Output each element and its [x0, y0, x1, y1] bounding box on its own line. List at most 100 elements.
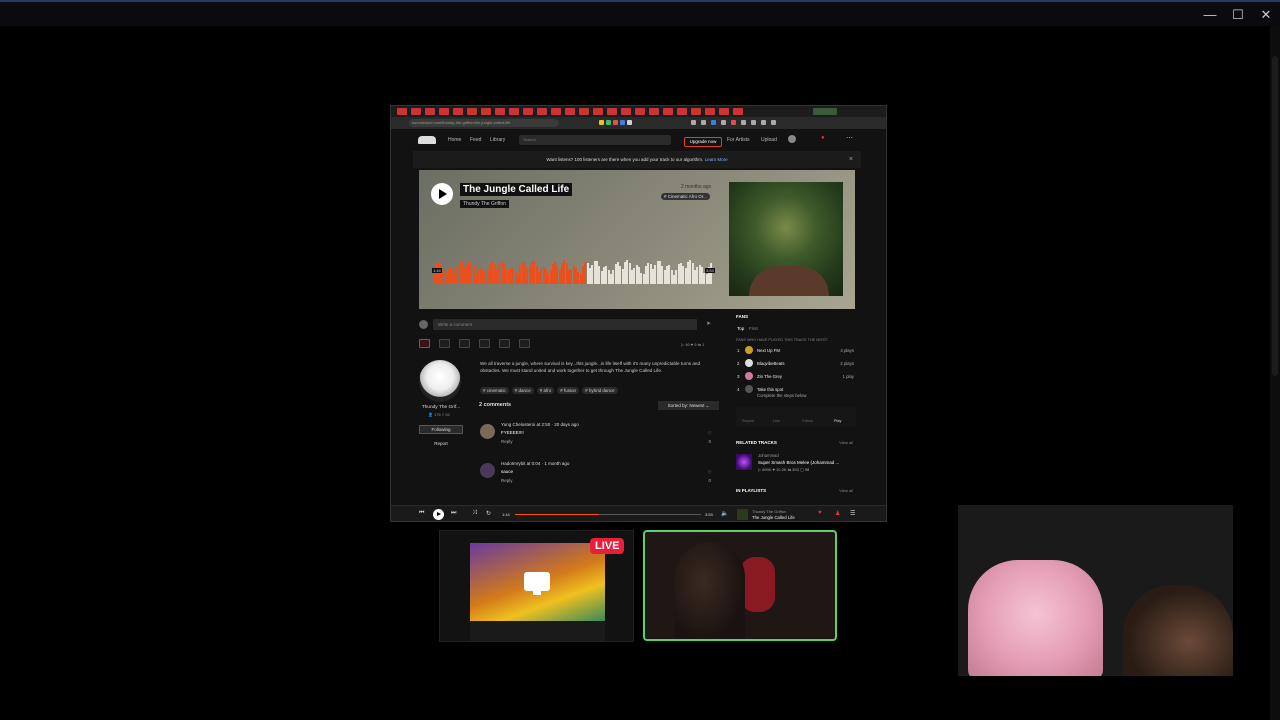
tag-chip[interactable]: # fusion	[557, 387, 580, 394]
browser-tab[interactable]	[495, 108, 505, 115]
step-follow[interactable]: Follow	[802, 419, 813, 423]
browser-profile-tab[interactable]	[813, 108, 837, 115]
browser-tab[interactable]	[691, 108, 701, 115]
extension-icon[interactable]	[771, 120, 776, 125]
step-repost[interactable]: Repost	[742, 419, 754, 423]
browser-tab[interactable]	[705, 108, 715, 115]
comment-input[interactable]: Write a comment	[433, 319, 697, 330]
browser-tab[interactable]	[621, 108, 631, 115]
browser-tab[interactable]	[453, 108, 463, 115]
tag-chip[interactable]: # hybrid dance	[582, 387, 618, 394]
live-stream-card[interactable]: LIVE	[439, 530, 634, 642]
close-button[interactable]: ✕	[1255, 6, 1277, 24]
extension-icon[interactable]	[761, 120, 766, 125]
extension-icon[interactable]	[741, 120, 746, 125]
learn-more-link[interactable]: Learn More	[705, 157, 728, 162]
browser-tab[interactable]	[663, 108, 673, 115]
nav-home[interactable]: Home	[448, 137, 461, 143]
tab-top[interactable]: Top	[737, 326, 744, 331]
nav-feed[interactable]: Feed	[470, 137, 481, 143]
soundcloud-logo-icon[interactable]	[418, 136, 436, 144]
follow-icon[interactable]: ♟	[835, 510, 840, 517]
queue-icon[interactable]: ☰	[850, 510, 855, 517]
player-artist[interactable]: Thundy The Griffon	[752, 509, 786, 514]
extension-icon[interactable]	[721, 120, 726, 125]
extension-icon[interactable]	[731, 120, 736, 125]
genre-tag[interactable]: # Cinematic Afro Or...	[661, 193, 710, 200]
extension-icon[interactable]	[599, 120, 604, 125]
browser-tab[interactable]	[523, 108, 533, 115]
maximize-button[interactable]: ☐	[1227, 6, 1249, 24]
tag-chip[interactable]: # afro	[536, 387, 555, 394]
reply-link[interactable]: Reply	[501, 478, 513, 483]
browser-tab[interactable]	[607, 108, 617, 115]
browser-tab[interactable]	[565, 108, 575, 115]
browser-tab[interactable]	[579, 108, 589, 115]
artist-name[interactable]: Thundy The Grif...	[419, 405, 463, 410]
fan-item[interactable]: 2 BlaqvibeBeats 2 plays	[736, 359, 856, 369]
extension-icon[interactable]	[711, 120, 716, 125]
tag-chip[interactable]: # cinematic	[480, 387, 509, 394]
repeat-icon[interactable]: ↻	[486, 510, 491, 517]
browser-tab[interactable]	[425, 108, 435, 115]
send-icon[interactable]: ➤	[706, 320, 711, 327]
sort-dropdown[interactable]: Sorted by: Newest ⌄	[658, 401, 719, 410]
related-artist[interactable]: Johammad	[758, 453, 779, 458]
share-button[interactable]	[459, 339, 470, 348]
avatar[interactable]	[788, 135, 796, 143]
nav-library[interactable]: Library	[490, 137, 505, 143]
browser-tab[interactable]	[649, 108, 659, 115]
heart-icon[interactable]: ♡	[708, 431, 712, 437]
extension-icon[interactable]	[701, 120, 706, 125]
search-input[interactable]: Search	[519, 135, 671, 145]
browser-tab[interactable]	[635, 108, 645, 115]
avatar[interactable]	[480, 424, 495, 439]
more-icon[interactable]: ⋯	[846, 134, 853, 142]
volume-icon[interactable]: 🔈	[721, 510, 728, 517]
shuffle-icon[interactable]: ⤨	[472, 510, 477, 517]
view-all-link[interactable]: View all	[839, 440, 853, 445]
step-like[interactable]: Like	[773, 419, 780, 423]
related-artwork[interactable]	[736, 454, 752, 470]
heart-icon[interactable]: ♥	[818, 510, 822, 516]
nav-for-artists[interactable]: For Artists	[727, 137, 750, 143]
player-play-button[interactable]	[433, 509, 444, 520]
fan-item[interactable]: 4 Take this spot Complete the steps belo…	[736, 385, 856, 399]
scrollbar-thumb[interactable]	[1272, 56, 1278, 376]
scrollbar[interactable]	[1270, 26, 1280, 720]
next-icon[interactable]: ⏭	[451, 510, 456, 517]
extension-icon[interactable]	[613, 120, 618, 125]
extension-icon[interactable]	[627, 120, 632, 125]
following-button[interactable]: Following	[419, 425, 463, 434]
previous-icon[interactable]: ⏮	[419, 510, 424, 517]
browser-tab[interactable]	[509, 108, 519, 115]
progress-bar[interactable]	[515, 514, 701, 515]
url-input[interactable]: soundcloud.com/thundy-the-griffon/the-ju…	[409, 119, 559, 127]
repost-button[interactable]	[439, 339, 450, 348]
extension-icon[interactable]	[751, 120, 756, 125]
browser-tab[interactable]	[411, 108, 421, 115]
browser-tab[interactable]	[397, 108, 407, 115]
extension-icon[interactable]	[620, 120, 625, 125]
browser-tab[interactable]	[593, 108, 603, 115]
browser-tab[interactable]	[467, 108, 477, 115]
avatar[interactable]	[480, 463, 495, 478]
browser-tab[interactable]	[481, 108, 491, 115]
player-artwork[interactable]	[737, 509, 748, 520]
player-title[interactable]: The Jungle Called Life	[752, 515, 795, 520]
browser-tab[interactable]	[537, 108, 547, 115]
browser-tab[interactable]	[551, 108, 561, 115]
report-link[interactable]: Report	[419, 441, 463, 446]
browser-tab[interactable]	[733, 108, 743, 115]
upgrade-button[interactable]: Upgrade now	[684, 137, 722, 147]
heart-icon[interactable]: ♡	[708, 470, 712, 476]
related-title-text[interactable]: Super Smash Bros Melee (Johammad ...	[758, 460, 839, 465]
like-button[interactable]	[419, 339, 430, 348]
extension-icon[interactable]	[606, 120, 611, 125]
more-button[interactable]	[519, 339, 530, 348]
copy-link-button[interactable]	[479, 339, 490, 348]
close-icon[interactable]: ×	[849, 151, 853, 168]
notifications-icon[interactable]: ●	[821, 135, 825, 141]
nav-upload[interactable]: Upload	[761, 137, 777, 143]
reply-link[interactable]: Reply	[501, 439, 513, 444]
